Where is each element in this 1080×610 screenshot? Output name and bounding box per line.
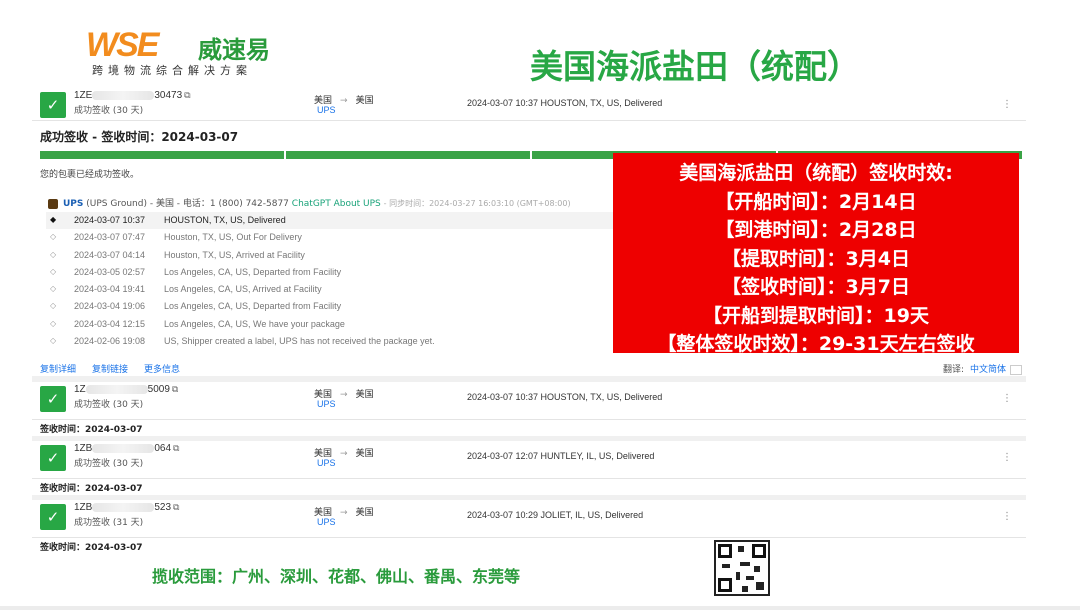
arrow-right-icon: → — [340, 390, 348, 400]
coverage-area-text: 揽收范围：广州、深圳、花都、佛山、番禺、东莞等 — [152, 567, 521, 586]
translate-control: 翻译: 中文简体 — [943, 362, 1022, 375]
delivered-check-icon: ✓ — [40, 92, 66, 118]
tracking-number[interactable]: 1ZB 064 ⧉ — [74, 443, 179, 454]
shipment-row[interactable]: ✓ 1Z 5009 ⧉ 成功签收 (30 天) 美国 → 美国 UPS 2024-03-0… — [32, 382, 1026, 420]
summary-line: 【整体签收时效】：29-31天左右签收 — [657, 333, 975, 355]
page-title: 美国海派盐田（统配） — [530, 47, 860, 86]
delivery-status: 成功签收 (31 天) — [74, 518, 144, 528]
logo-tagline: 跨境物流综合解决方案 — [92, 64, 252, 77]
event-timeline: ◆ 2024-03-07 10:37 HOUSTON, TX, US, Delive… — [46, 212, 646, 350]
timeline-event: ◇ 2024-02-06 19:08 US, Shipper created a l… — [50, 336, 435, 347]
company-logo: WSE 威速易 跨境物流综合解决方案 — [86, 24, 286, 78]
summary-line: 【开船到提取时间】：19天 — [703, 304, 929, 327]
arrow-right-icon: → — [340, 508, 348, 518]
shipment-row[interactable]: ✓ 1ZB 064 ⧉ 成功签收 (30 天) 美国 → 美国 UPS 2024-03-0… — [32, 441, 1026, 479]
ups-logo-icon — [48, 198, 58, 209]
copy-icon[interactable]: ⧉ — [184, 90, 190, 100]
more-info-link[interactable]: 更多信息 — [144, 365, 180, 375]
sign-time: 签收时间：2024-03-07 — [40, 543, 143, 553]
timeline-dot-icon: ◇ — [50, 284, 57, 294]
delivery-status: 成功签收 (30 天) — [74, 106, 144, 116]
shipment-row[interactable]: ✓ 1ZE 30473 ⧉ 成功签收 (30 天) 美国 → 美国 UPS 2024-0… — [32, 88, 1026, 121]
timeline-dot-icon: ◇ — [50, 336, 57, 346]
timing-summary-box: 美国海派盐田（统配）签收时效: 【开船时间】：2月14日 【到港时间】：2月28… — [613, 153, 1019, 355]
summary-line: 【开船时间】：2月14日 — [715, 190, 917, 213]
redacted-mask — [92, 90, 155, 100]
more-options-icon[interactable]: ⋮ — [1002, 511, 1012, 522]
more-options-icon[interactable]: ⋮ — [1002, 99, 1012, 110]
delivery-status: 成功签收 (30 天) — [74, 400, 144, 410]
redacted-mask — [92, 502, 155, 512]
more-options-icon[interactable]: ⋮ — [1002, 393, 1012, 404]
logo-chinese-name: 威速易 — [198, 36, 270, 64]
tracking-number[interactable]: 1ZE 30473 ⧉ — [74, 90, 191, 101]
route: 美国 → 美国 UPS — [314, 508, 374, 527]
carrier-label: UPS — [317, 105, 336, 115]
timeline-event: ◇ 2024-03-04 19:41 Los Angeles, CA, US, Ar… — [50, 284, 322, 295]
translate-language-select[interactable]: 中文简体 — [970, 365, 1006, 375]
copy-details-link[interactable]: 复制详细 — [40, 365, 76, 375]
tracking-number[interactable]: 1ZB 523 ⧉ — [74, 502, 179, 513]
shipment-row[interactable]: ✓ 1ZB 523 ⧉ 成功签收 (31 天) 美国 → 美国 UPS 2024-03-0… — [32, 500, 1026, 538]
copy-icon[interactable]: ⧉ — [172, 384, 178, 394]
summary-line: 【到港时间】：2月28日 — [715, 219, 917, 241]
delivered-message: 您的包裹已经成功签收。 — [40, 170, 140, 180]
carrier-label: UPS — [317, 458, 336, 468]
latest-event: 2024-03-07 12:07 HUNTLEY, IL, US, Delive… — [467, 451, 655, 461]
latest-event: 2024-03-07 10:37 HOUSTON, TX, US, Delive… — [467, 392, 663, 402]
copy-link-link[interactable]: 复制链接 — [92, 365, 128, 375]
more-options-icon[interactable]: ⋮ — [1002, 452, 1012, 463]
delivered-check-icon: ✓ — [40, 504, 66, 530]
tracking-number[interactable]: 1Z 5009 ⧉ — [74, 384, 178, 395]
timeline-event: ◆ 2024-03-07 10:37 HOUSTON, TX, US, Delive… — [46, 212, 646, 230]
progress-segment — [286, 151, 530, 159]
translate-toggle[interactable] — [1010, 364, 1022, 375]
timeline-event: ◇ 2024-03-04 12:15 Los Angeles, CA, US, We… — [50, 318, 345, 329]
timeline-event: ◇ 2024-03-05 02:57 Los Angeles, CA, US, De… — [50, 266, 342, 277]
delivery-status: 成功签收 (30 天) — [74, 459, 144, 469]
redacted-mask — [92, 443, 155, 453]
route: 美国 → 美国 UPS — [314, 96, 374, 115]
delivered-check-icon: ✓ — [40, 386, 66, 412]
detail-title: 成功签收 - 签收时间：2024-03-07 — [40, 130, 239, 144]
arrow-right-icon: → — [340, 96, 348, 106]
summary-line: 【提取时间】：3月4日 — [722, 247, 910, 270]
detail-actions: 复制详细 复制链接 更多信息 — [40, 362, 196, 375]
summary-line: 美国海派盐田（统配）签收时效: — [679, 162, 953, 184]
timeline-dot-icon: ◇ — [50, 249, 57, 259]
delivered-check-icon: ✓ — [40, 445, 66, 471]
qr-code-icon — [714, 540, 770, 596]
timeline-dot-icon: ◆ — [50, 215, 57, 224]
summary-line: 【签收时间】：3月7日 — [722, 276, 910, 298]
sign-time: 签收时间：2024-03-07 — [40, 484, 143, 494]
timeline-event: ◇ 2024-03-07 04:14 Houston, TX, US, Arrive… — [50, 249, 305, 260]
bottom-divider — [0, 606, 1080, 610]
latest-event: 2024-03-07 10:37 HOUSTON, TX, US, Delive… — [467, 98, 663, 108]
latest-event: 2024-03-07 10:29 JOLIET, IL, US, Deliver… — [467, 510, 644, 520]
chatgpt-link[interactable]: ChatGPT About UPS — [292, 199, 381, 209]
logo-mark: WSE — [86, 26, 159, 64]
timeline-event: ◇ 2024-03-07 07:47 Houston, TX, US, Out Fo… — [50, 232, 302, 243]
sync-time: - 同步时间：2024-03-27 16:03:10 (GMT+08:00) — [383, 199, 571, 208]
redacted-mask — [85, 384, 148, 394]
copy-icon[interactable]: ⧉ — [173, 443, 179, 453]
slide: WSE 威速易 跨境物流综合解决方案 美国海派盐田（统配） ✓ 1ZE 30473… — [0, 0, 1080, 610]
timeline-dot-icon: ◇ — [50, 232, 57, 242]
route: 美国 → 美国 UPS — [314, 390, 374, 409]
sign-time: 签收时间：2024-03-07 — [40, 425, 143, 435]
progress-segment — [40, 151, 284, 159]
route: 美国 → 美国 UPS — [314, 449, 374, 468]
timeline-event: ◇ 2024-03-04 19:06 Los Angeles, CA, US, De… — [50, 301, 342, 312]
timeline-dot-icon: ◇ — [50, 301, 57, 311]
timeline-dot-icon: ◇ — [50, 318, 57, 328]
arrow-right-icon: → — [340, 449, 348, 459]
carrier-label: UPS — [317, 517, 336, 527]
carrier-label: UPS — [317, 399, 336, 409]
carrier-info: UPS (UPS Ground) - 美国 - 电话：1 (800) 742-5… — [48, 196, 571, 209]
copy-icon[interactable]: ⧉ — [173, 502, 179, 512]
timeline-dot-icon: ◇ — [50, 266, 57, 276]
